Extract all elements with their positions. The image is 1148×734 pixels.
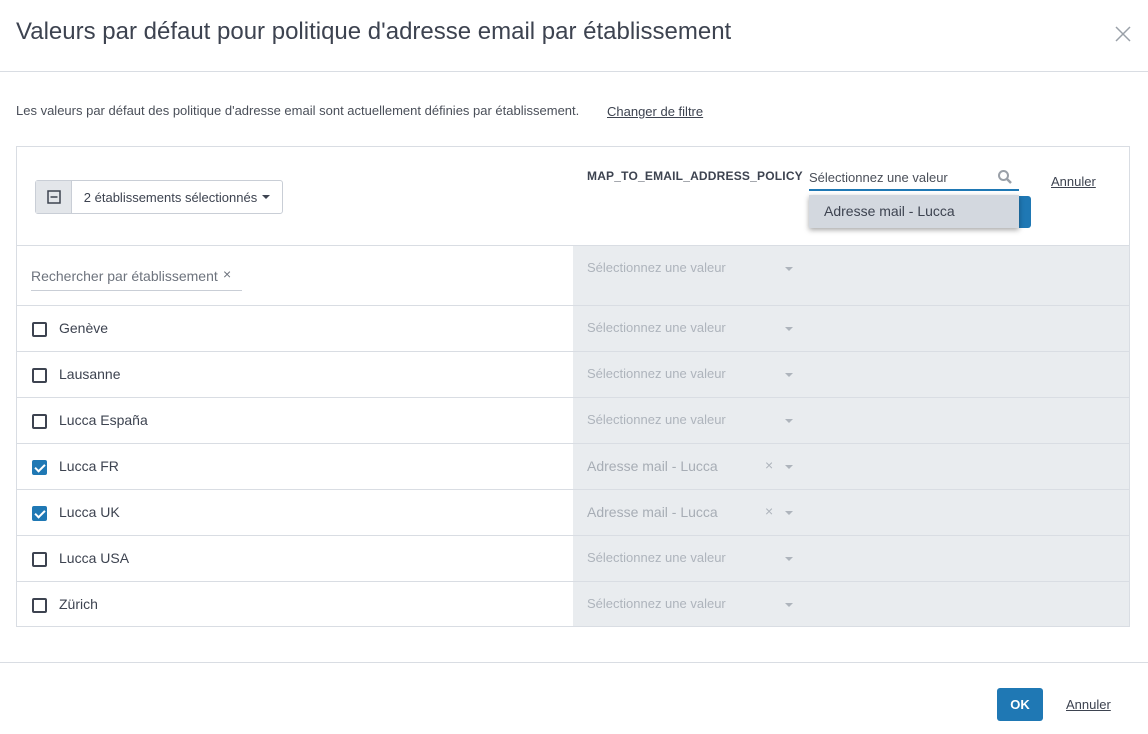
value-search-input[interactable] [809,165,995,189]
ok-button[interactable]: OK [997,688,1043,721]
selection-label[interactable]: 2 établissements sélectionnés [72,181,282,213]
selection-dropdown-button[interactable]: 2 établissements sélectionnés [35,180,283,214]
value-search-field[interactable] [809,165,1019,191]
minus-square-icon[interactable] [36,181,72,213]
clear-icon[interactable]: × [223,266,231,282]
dialog-footer: OK Annuler [0,662,1148,734]
intro-text: Les valeurs par défaut des politique d'a… [16,103,580,118]
establishment-name: Zürich [59,596,98,612]
value-select-text: Sélectionnez une valeur [587,320,726,335]
close-icon[interactable] [1112,23,1134,45]
row-checkbox[interactable] [32,414,47,429]
row-checkbox[interactable] [32,552,47,567]
table-row: Lucca UK Adresse mail - Lucca × [17,490,1129,536]
establishment-name: Lucca España [59,412,148,428]
caret-down-icon [262,195,271,199]
clear-value-icon[interactable]: × [765,457,773,473]
establishment-name: Genève [59,320,109,336]
bulk-value-placeholder: Sélectionnez une valeur [587,260,726,275]
row-checkbox[interactable] [32,506,47,521]
value-select[interactable]: Sélectionnez une valeur [587,352,797,397]
dialog-title: Valeurs par défaut pour politique d'adre… [16,18,732,45]
caret-down-icon [785,373,793,377]
dropdown-option[interactable]: Adresse mail - Lucca [809,195,1019,228]
row-checkbox[interactable] [32,368,47,383]
dialog-header: Valeurs par défaut pour politique d'adre… [0,0,1148,72]
row-checkbox[interactable] [32,460,47,475]
caret-down-icon [785,465,793,469]
value-select[interactable]: Sélectionnez une valeur [587,582,797,627]
apply-button[interactable] [1017,196,1031,228]
establishment-name: Lucca USA [59,550,130,566]
caret-down-icon [785,327,793,331]
value-select-text: Sélectionnez une valeur [587,596,726,611]
table-toolbar: 2 établissements sélectionnés MAP_TO_EMA… [17,147,1129,246]
caret-down-icon [785,267,793,271]
value-select[interactable]: Adresse mail - Lucca × [587,444,797,489]
value-select[interactable]: Sélectionnez une valeur [587,306,797,351]
value-select-text: Adresse mail - Lucca [587,458,718,474]
table-row: Zürich Sélectionnez une valeur [17,582,1129,628]
table-row: Lucca FR Adresse mail - Lucca × [17,444,1129,490]
establishment-search-input[interactable] [31,263,221,289]
table-row: Lucca USA Sélectionnez une valeur [17,536,1129,582]
caret-down-icon [785,603,793,607]
value-select[interactable]: Adresse mail - Lucca × [587,490,797,535]
value-select-text: Adresse mail - Lucca [587,504,718,520]
establishment-name: Lucca FR [59,458,119,474]
filter-row: × Sélectionnez une valeur [17,246,1129,306]
table-row: Genève Sélectionnez une valeur [17,306,1129,352]
selection-count-text: 2 établissements sélectionnés [83,189,258,205]
value-select[interactable]: Sélectionnez une valeur [587,536,797,581]
value-select-text: Sélectionnez une valeur [587,366,726,381]
establishment-name: Lausanne [59,366,121,382]
bulk-value-select[interactable]: Sélectionnez une valeur [587,246,797,291]
caret-down-icon [785,557,793,561]
value-select-text: Sélectionnez une valeur [587,412,726,427]
cancel-button[interactable]: Annuler [1066,697,1111,712]
search-icon [997,169,1013,185]
change-filter-link[interactable]: Changer de filtre [607,104,703,119]
value-select-text: Sélectionnez une valeur [587,550,726,565]
establishment-search-field[interactable]: × [31,263,242,291]
cancel-link[interactable]: Annuler [1051,174,1096,189]
table-row: Lucca España Sélectionnez une valeur [17,398,1129,444]
clear-value-icon[interactable]: × [765,503,773,519]
establishment-name: Lucca UK [59,504,120,520]
column-header-policy: MAP_TO_EMAIL_ADDRESS_POLICY [587,169,803,183]
value-select[interactable]: Sélectionnez une valeur [587,398,797,443]
establishments-table: 2 établissements sélectionnés MAP_TO_EMA… [16,146,1130,627]
table-row: Lausanne Sélectionnez une valeur [17,352,1129,398]
caret-down-icon [785,419,793,423]
row-checkbox[interactable] [32,322,47,337]
row-checkbox[interactable] [32,598,47,613]
caret-down-icon [785,511,793,515]
